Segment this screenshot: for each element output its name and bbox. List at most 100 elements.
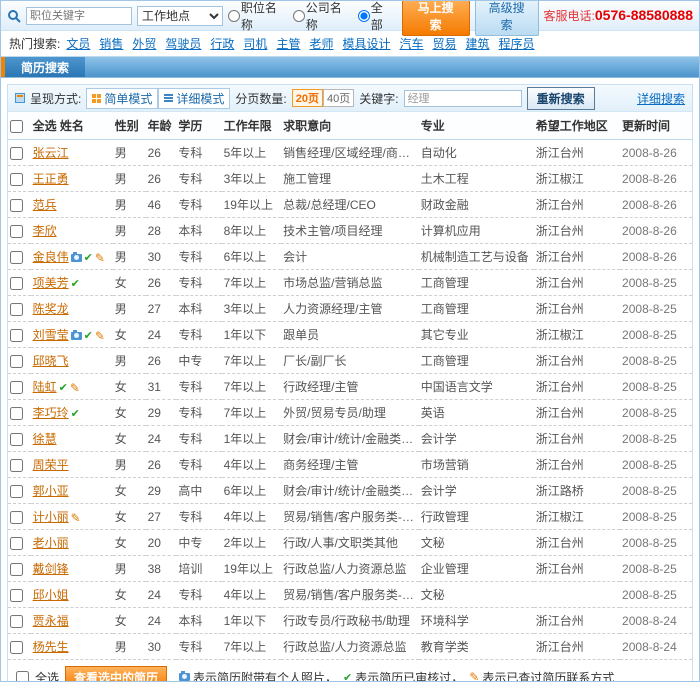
photo-icon xyxy=(179,673,190,681)
row-checkbox[interactable] xyxy=(10,173,23,186)
hot-search-link[interactable]: 主管 xyxy=(276,37,300,51)
row-checkbox[interactable] xyxy=(10,485,23,498)
row-checkbox[interactable] xyxy=(10,589,23,602)
row-checkbox[interactable] xyxy=(10,147,23,160)
cell-age: 24 xyxy=(146,322,177,348)
resume-name-link[interactable]: 老小丽 xyxy=(33,536,69,550)
row-checkbox[interactable] xyxy=(10,641,23,654)
resume-name-link[interactable]: 陈奖龙 xyxy=(33,302,69,316)
row-checkbox[interactable] xyxy=(10,277,23,290)
hot-search-link[interactable]: 老师 xyxy=(309,37,333,51)
cell-updated: 2008-8-25 xyxy=(620,478,692,504)
resume-name-link[interactable]: 陆虹 xyxy=(33,380,57,394)
resume-name-link[interactable]: 邱晓飞 xyxy=(33,354,69,368)
service-phone-number: 0576-88580888 xyxy=(595,7,693,23)
scope-radio-input[interactable] xyxy=(293,10,305,22)
scope-radio-2[interactable]: 公司名称 xyxy=(293,0,354,33)
hot-search-row: 热门搜索: 文员销售外贸驾驶员行政司机主管老师模具设计汽车贸易建筑程序员 xyxy=(1,31,699,56)
row-checkbox[interactable] xyxy=(10,563,23,576)
row-checkbox[interactable] xyxy=(10,511,23,524)
resume-name-link[interactable]: 李欣 xyxy=(33,224,57,238)
job-keyword-input[interactable] xyxy=(26,7,132,25)
scope-radio-3[interactable]: 全部 xyxy=(358,0,395,33)
resume-name-link[interactable]: 徐慧 xyxy=(33,432,57,446)
hot-search-link[interactable]: 贸易 xyxy=(433,37,457,51)
resume-name-link[interactable]: 张云江 xyxy=(33,146,69,160)
page-size-button[interactable]: 40页 xyxy=(323,89,354,107)
header-name: 全选 姓名 xyxy=(31,112,113,140)
resume-name-link[interactable]: 王正勇 xyxy=(33,172,69,186)
resume-name-link[interactable]: 戴剑锋 xyxy=(33,562,69,576)
hot-search-link[interactable]: 行政 xyxy=(210,37,234,51)
hot-search-link[interactable]: 驾驶员 xyxy=(165,37,201,51)
detail-mode-button[interactable]: 详细模式 xyxy=(158,88,230,109)
row-checkbox[interactable] xyxy=(10,615,23,628)
resume-name-link[interactable]: 刘雪莹 xyxy=(33,328,69,342)
resume-name-link[interactable]: 周荣平 xyxy=(33,458,69,472)
location-select[interactable]: 工作地点 xyxy=(137,6,223,26)
resume-name-link[interactable]: 贾永福 xyxy=(33,614,69,628)
resume-name-link[interactable]: 项美芳 xyxy=(33,276,69,290)
cell-education: 专科 xyxy=(176,374,221,400)
resume-name-link[interactable]: 范兵 xyxy=(33,198,57,212)
cell-checkbox xyxy=(8,452,31,478)
page-size-button[interactable]: 20页 xyxy=(292,89,323,107)
hot-search-link[interactable]: 模具设计 xyxy=(342,37,390,51)
resume-name-link[interactable]: 计小丽 xyxy=(33,510,69,524)
resume-name-link[interactable]: 邱小姐 xyxy=(33,588,69,602)
hot-search-link[interactable]: 司机 xyxy=(243,37,267,51)
cell-updated: 2008-8-25 xyxy=(620,296,692,322)
result-keyword-input[interactable] xyxy=(404,90,522,107)
hot-search-link[interactable]: 销售 xyxy=(99,37,123,51)
hot-search-link[interactable]: 外贸 xyxy=(132,37,156,51)
verified-icon: ✔ xyxy=(84,251,93,264)
hot-search-link[interactable]: 程序员 xyxy=(499,37,535,51)
scope-radio-1[interactable]: 职位名称 xyxy=(228,0,289,33)
scope-radio-input[interactable] xyxy=(358,10,370,22)
row-checkbox[interactable] xyxy=(10,251,23,264)
cell-gender: 男 xyxy=(113,296,146,322)
row-checkbox[interactable] xyxy=(10,225,23,238)
detail-search-link[interactable]: 详细搜索 xyxy=(637,90,685,107)
row-checkbox[interactable] xyxy=(10,381,23,394)
cell-major: 财政金融 xyxy=(419,192,534,218)
cell-updated: 2008-8-26 xyxy=(620,244,692,270)
footer-select-all-checkbox[interactable] xyxy=(16,671,29,682)
cell-gender: 女 xyxy=(113,504,146,530)
row-checkbox[interactable] xyxy=(10,433,23,446)
cell-education: 中专 xyxy=(176,530,221,556)
resume-name-link[interactable]: 金良伟 xyxy=(33,250,69,264)
list-icon xyxy=(164,94,173,103)
cell-name: 周荣平 xyxy=(31,452,113,478)
row-checkbox[interactable] xyxy=(10,459,23,472)
resume-name-link[interactable]: 杨先生 xyxy=(33,640,69,654)
cell-education: 专科 xyxy=(176,244,221,270)
select-all-checkbox[interactable] xyxy=(10,120,23,133)
resume-name-link[interactable]: 郭小亚 xyxy=(33,484,69,498)
cell-experience: 19年以上 xyxy=(222,192,282,218)
cell-gender: 女 xyxy=(113,478,146,504)
hot-search-link[interactable]: 汽车 xyxy=(399,37,423,51)
hot-search-link[interactable]: 建筑 xyxy=(466,37,490,51)
row-checkbox[interactable] xyxy=(10,355,23,368)
cell-experience: 8年以上 xyxy=(222,218,282,244)
row-checkbox[interactable] xyxy=(10,407,23,420)
view-selected-button[interactable]: 查看选中的简历 xyxy=(65,666,167,682)
re-search-button[interactable]: 重新搜索 xyxy=(527,87,595,110)
advanced-search-button[interactable]: 高级搜索 xyxy=(475,0,539,36)
cell-gender: 女 xyxy=(113,400,146,426)
search-now-button[interactable]: 马上搜索 xyxy=(402,0,470,36)
table-row: 刘雪莹✔✎女24专科1年以下跟单员其它专业浙江椒江2008-8-25 xyxy=(8,322,692,348)
row-checkbox[interactable] xyxy=(10,329,23,342)
scope-radio-input[interactable] xyxy=(228,10,240,22)
cell-education: 专科 xyxy=(176,166,221,192)
table-row: 王正勇男26专科3年以上施工管理土木工程浙江椒江2008-8-26 xyxy=(8,166,692,192)
row-checkbox[interactable] xyxy=(10,199,23,212)
row-checkbox[interactable] xyxy=(10,303,23,316)
cell-region: 浙江椒江 xyxy=(534,166,620,192)
simple-mode-button[interactable]: 简单模式 xyxy=(86,88,158,109)
hot-search-link[interactable]: 文员 xyxy=(66,37,90,51)
cell-checkbox xyxy=(8,348,31,374)
row-checkbox[interactable] xyxy=(10,537,23,550)
resume-name-link[interactable]: 李巧玲 xyxy=(33,406,69,420)
